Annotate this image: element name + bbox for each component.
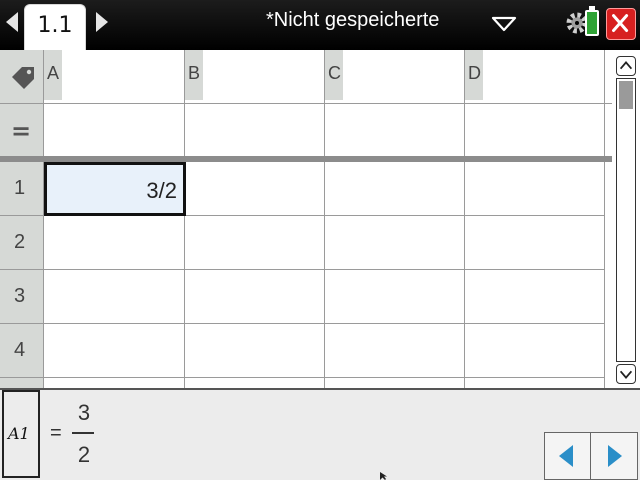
column-header-e[interactable] — [605, 50, 612, 104]
row-header[interactable]: 2 — [0, 216, 44, 270]
cell-d1[interactable] — [465, 162, 605, 216]
cell-c3[interactable] — [325, 270, 465, 324]
column-header-d[interactable]: D — [465, 50, 605, 104]
close-icon — [612, 14, 629, 33]
column-header-c[interactable]: C — [325, 50, 465, 104]
column-label: A — [44, 50, 62, 100]
cell-c4[interactable] — [325, 324, 465, 378]
cell-reference: A1 — [8, 424, 30, 443]
tag-icon — [12, 67, 34, 89]
page-tab-label: 1.1 — [37, 13, 73, 38]
arrow-left-icon — [559, 445, 573, 467]
entry-line: A1 = 3 2 — [0, 388, 640, 480]
cell-d3[interactable] — [465, 270, 605, 324]
row-header[interactable]: 1 — [0, 162, 44, 216]
cell-d4[interactable] — [465, 324, 605, 378]
formula-cell-a[interactable] — [44, 104, 185, 156]
formula-cell-c[interactable] — [325, 104, 465, 156]
cell-reference-box[interactable]: A1 — [2, 390, 40, 478]
scroll-up-button[interactable] — [616, 56, 636, 76]
column-header-a[interactable]: A — [44, 50, 185, 104]
spreadsheet: A B C D = 1 3/2 2 3 4 5 — [0, 50, 612, 388]
cell-a1[interactable]: 3/2 — [44, 162, 186, 216]
mouse-pointer-icon — [380, 472, 387, 480]
cell-a5[interactable] — [44, 378, 185, 388]
scroll-thumb[interactable] — [619, 81, 633, 109]
cell-d2[interactable] — [465, 216, 605, 270]
cell-b3[interactable] — [185, 270, 325, 324]
chevron-down-icon[interactable] — [490, 13, 518, 35]
page-tab[interactable]: 1.1 — [24, 4, 86, 50]
vertical-scrollbar[interactable] — [612, 50, 640, 388]
navigate-right-button[interactable] — [592, 433, 638, 479]
column-header-b[interactable]: B — [185, 50, 325, 104]
next-page-arrow-icon[interactable] — [96, 12, 108, 32]
cell-b2[interactable] — [185, 216, 325, 270]
fraction-denominator: 2 — [77, 442, 91, 467]
formula-row-header[interactable]: = — [0, 104, 44, 156]
formula-row-symbol: = — [11, 117, 32, 145]
battery-icon — [585, 6, 599, 36]
formula-cell-d[interactable] — [465, 104, 605, 156]
cell-a3[interactable] — [44, 270, 185, 324]
cell-c1[interactable] — [325, 162, 465, 216]
navigation-buttons — [544, 432, 638, 480]
fraction-bar — [72, 432, 94, 434]
cell-a2[interactable] — [44, 216, 185, 270]
column-label: D — [465, 50, 483, 100]
arrow-right-icon — [608, 445, 622, 467]
formula-cell-b[interactable] — [185, 104, 325, 156]
cell-b5[interactable] — [185, 378, 325, 388]
row-header[interactable]: 5 — [0, 378, 44, 388]
close-button[interactable] — [606, 8, 636, 40]
cell-b1[interactable] — [186, 162, 325, 216]
corner-cell[interactable] — [0, 50, 44, 104]
document-title[interactable]: *Nicht gespeicherte — [266, 9, 439, 37]
row-header[interactable]: 3 — [0, 270, 44, 324]
scroll-track[interactable] — [616, 78, 636, 362]
chevron-down-icon — [619, 370, 633, 379]
scroll-down-button[interactable] — [616, 364, 636, 384]
cell-b4[interactable] — [185, 324, 325, 378]
top-bar: 1.1 *Nicht gespeicherte — [0, 0, 640, 50]
cell-a4[interactable] — [44, 324, 185, 378]
column-label: B — [185, 50, 203, 100]
cell-d5[interactable] — [465, 378, 605, 388]
fraction-numerator: 3 — [77, 400, 91, 425]
chevron-up-icon — [619, 61, 633, 70]
row-header[interactable]: 4 — [0, 324, 44, 378]
cell-c2[interactable] — [325, 216, 465, 270]
cell-c5[interactable] — [325, 378, 465, 388]
previous-page-arrow-icon[interactable] — [6, 12, 18, 32]
entry-equals-sign: = — [50, 422, 62, 444]
navigate-left-button[interactable] — [545, 433, 591, 479]
column-label: C — [325, 50, 343, 100]
